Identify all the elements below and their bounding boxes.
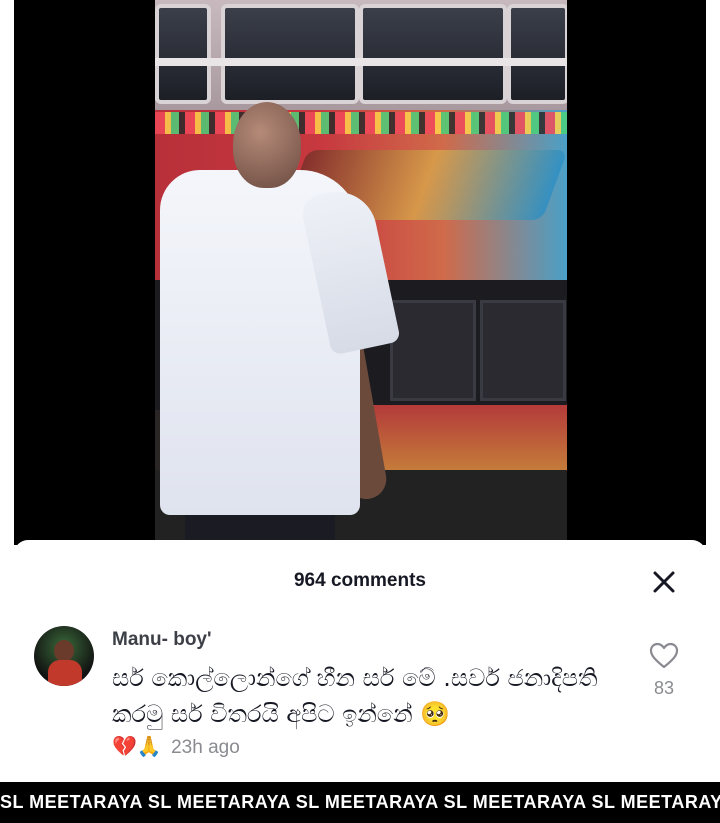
man-head — [233, 102, 301, 188]
bus-led-strip — [155, 112, 567, 134]
bus-window — [359, 4, 507, 104]
comment-text: සර් කොල්ලොන්ගේ හීන සර් මේ .සර්ව ජනාදිපති… — [112, 664, 598, 728]
watermark-strip: SL MEETARAYA SL MEETARAYA SL MEETARAYA S… — [0, 782, 720, 823]
bus-window — [507, 4, 567, 104]
comment-reactions: 💔🙏 — [112, 736, 162, 758]
bus-rail — [155, 58, 567, 66]
close-icon[interactable] — [650, 568, 678, 596]
like-count: 83 — [653, 678, 675, 698]
bus-window — [221, 4, 359, 104]
bus-speaker — [480, 300, 566, 401]
heart-outline-icon[interactable] — [648, 640, 680, 672]
comment-meta: 💔🙏 23h ago — [112, 734, 240, 759]
bus-window — [155, 4, 211, 104]
comment-username[interactable]: Manu- boy' — [112, 629, 212, 651]
comment-time: 23h ago — [171, 737, 240, 758]
comments-sheet: 964 comments Manu- boy' සර් කොල්ලොන්ගේ හ… — [14, 540, 706, 782]
video-frame — [0, 0, 720, 545]
bus-speaker — [390, 300, 476, 401]
avatar-face — [54, 640, 74, 662]
comments-count-title: 964 comments — [293, 570, 426, 591]
avatar-body — [48, 660, 82, 686]
watermark-text: SL MEETARAYA SL MEETARAYA SL MEETARAYA S… — [0, 792, 720, 812]
avatar[interactable] — [34, 626, 94, 686]
video-player[interactable] — [155, 0, 567, 545]
